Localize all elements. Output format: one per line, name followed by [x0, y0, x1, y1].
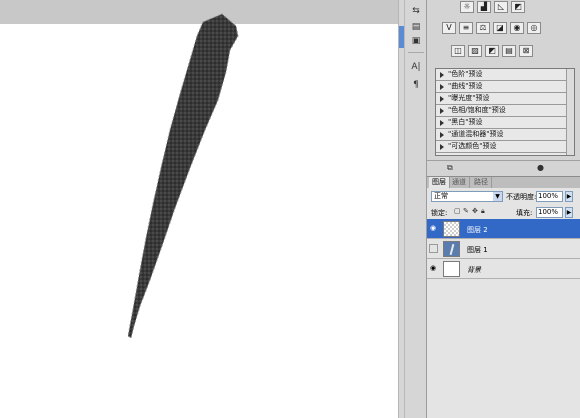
- preset-curves[interactable]: "曲线"预设: [436, 81, 574, 93]
- invert-icon[interactable]: ◫: [451, 45, 465, 57]
- history-panel-icon[interactable]: ▣: [409, 34, 423, 48]
- fill-input[interactable]: 100%: [536, 207, 563, 218]
- layer-row-layer-2[interactable]: ◉ 图层 2: [427, 219, 580, 239]
- black-white-icon[interactable]: ◪: [493, 22, 507, 34]
- blend-mode-select[interactable]: 正常 ▼: [431, 191, 503, 202]
- curves-icon[interactable]: ◺: [494, 1, 508, 13]
- lock-label: 锁定:: [431, 209, 448, 217]
- posterize-icon[interactable]: ▨: [468, 45, 482, 57]
- lock-position-icon[interactable]: ✥: [472, 208, 479, 215]
- threshold-icon[interactable]: ◩: [485, 45, 499, 57]
- preset-hue-saturation[interactable]: "色相/饱和度"预设: [436, 105, 574, 117]
- paragraph-panel-icon[interactable]: ¶: [409, 78, 423, 92]
- layer-thumbnail: [443, 221, 460, 237]
- gradient-map-icon[interactable]: ▤: [502, 45, 516, 57]
- adjust-panel-icon[interactable]: ⇆: [409, 4, 423, 18]
- preset-channel-mixer[interactable]: "通道混和器"预设: [436, 129, 574, 141]
- lock-pixels-icon[interactable]: ✎: [463, 208, 470, 215]
- hue-saturation-icon[interactable]: ≡: [459, 22, 473, 34]
- collapsed-panel-strip: ⇆ ▤ ▣ A| ¶: [404, 0, 426, 418]
- visibility-toggle-icon[interactable]: ●: [537, 163, 547, 172]
- eye-icon[interactable]: ◉: [430, 265, 438, 272]
- panel-dock: ☼ ▟ ◺ ◩ V ≡ ⚖ ◪ ◉ ◎ ◫ ▨ ◩ ▤ ⊠ "色阶"预设 "曲线…: [426, 0, 580, 418]
- lock-transparency-icon[interactable]: ▢: [454, 208, 461, 215]
- photoshop-window: ⇆ ▤ ▣ A| ¶ ☼ ▟ ◺ ◩ V ≡ ⚖ ◪ ◉ ◎ ◫ ▨ ◩ ▤ ⊠…: [0, 0, 580, 418]
- channel-mixer-icon[interactable]: ◎: [527, 22, 541, 34]
- opacity-input[interactable]: 100%: [536, 191, 563, 202]
- levels-icon[interactable]: ▟: [477, 1, 491, 13]
- layer-row-layer-1[interactable]: 图层 1: [427, 239, 580, 259]
- lock-all-icon[interactable]: 🔒︎: [481, 208, 488, 215]
- blend-mode-value: 正常: [434, 192, 448, 200]
- fill-slider-button[interactable]: ▶: [565, 207, 573, 218]
- color-balance-icon[interactable]: ⚖: [476, 22, 490, 34]
- adjustments-icon-grid: ☼ ▟ ◺ ◩ V ≡ ⚖ ◪ ◉ ◎ ◫ ▨ ◩ ▤ ⊠: [427, 0, 580, 64]
- layer-thumbnail: [443, 261, 460, 277]
- fill-label: 填充:: [516, 209, 533, 217]
- layer-name: 图层 1: [467, 246, 488, 254]
- eye-icon[interactable]: ◉: [430, 225, 438, 232]
- brightness-icon[interactable]: ☼: [460, 1, 474, 13]
- opacity-label: 不透明度:: [506, 193, 537, 201]
- preset-black-white[interactable]: "黑白"预设: [436, 117, 574, 129]
- layers-tab-bar: 图层 通道 路径: [427, 176, 580, 189]
- vibrance-icon[interactable]: V: [442, 22, 456, 34]
- opacity-slider-button[interactable]: ▶: [565, 191, 573, 202]
- preset-exposure[interactable]: "曝光度"预设: [436, 93, 574, 105]
- preset-levels[interactable]: "色阶"预设: [436, 69, 574, 81]
- info-panel-icon[interactable]: ▤: [409, 20, 423, 34]
- character-panel-icon[interactable]: A|: [409, 60, 423, 74]
- divider: [408, 52, 424, 53]
- clip-to-layer-icon[interactable]: ⧉: [447, 163, 457, 172]
- selective-color-icon[interactable]: ⊠: [519, 45, 533, 57]
- photo-filter-icon[interactable]: ◉: [510, 22, 524, 34]
- layer-name: 背景: [467, 266, 481, 274]
- brush-stroke: [127, 13, 239, 339]
- adjustments-footer: ⧉ ●: [427, 160, 580, 174]
- layer-row-background[interactable]: ◉ 背景: [427, 259, 580, 279]
- layer-thumbnail: [443, 241, 460, 257]
- chevron-down-icon[interactable]: ▼: [493, 192, 502, 201]
- layer-name: 图层 2: [467, 226, 488, 234]
- presets-scrollbar[interactable]: [566, 69, 574, 155]
- preset-selective-color[interactable]: "可选颜色"预设: [436, 141, 574, 153]
- adjustment-presets-list: "色阶"预设 "曲线"预设 "曝光度"预设 "色相/饱和度"预设 "黑白"预设 …: [435, 68, 575, 156]
- exposure-icon[interactable]: ◩: [511, 1, 525, 13]
- document-canvas[interactable]: [0, 0, 398, 418]
- layers-panel: 正常 ▼ 不透明度: 100% ▶ 锁定: ▢ ✎ ✥ 🔒︎ 填充: 100% …: [427, 188, 580, 418]
- visibility-checkbox[interactable]: [429, 244, 438, 253]
